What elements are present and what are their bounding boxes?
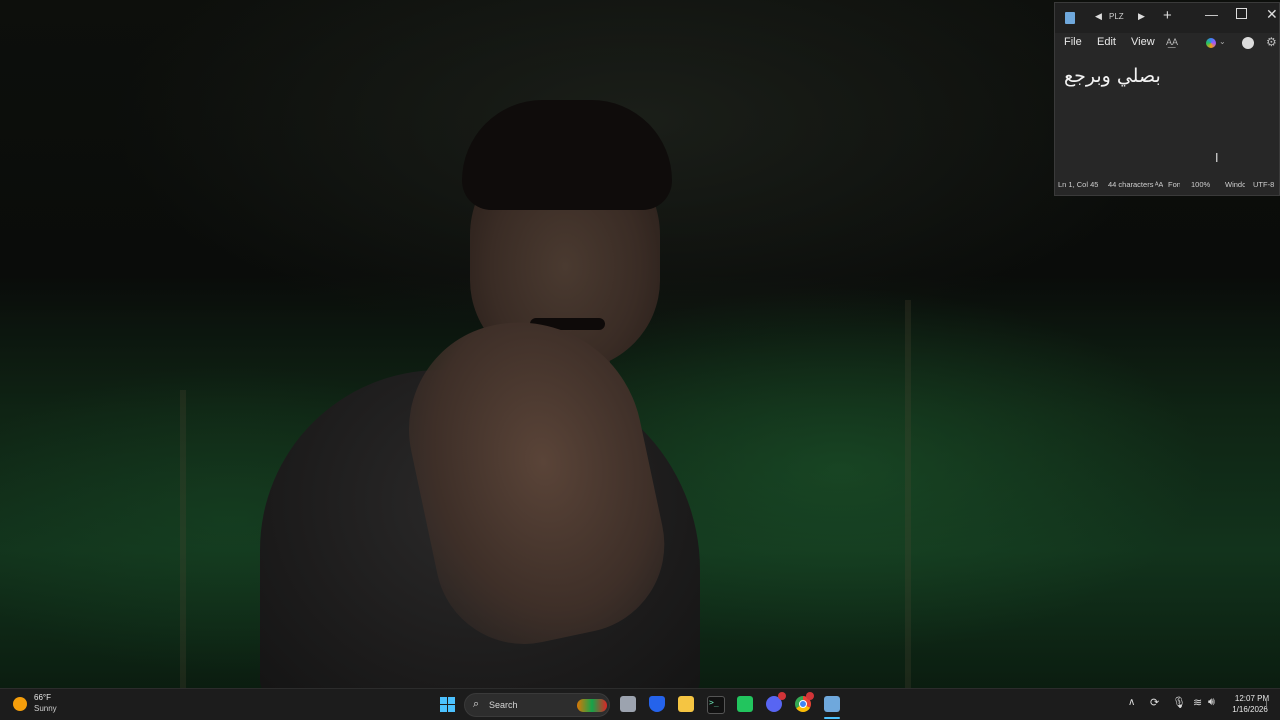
tent-pole [180, 390, 186, 688]
microphone-icon[interactable]: 🎙︎ [1172, 696, 1186, 709]
chrome-notification-badge [806, 692, 814, 700]
active-app-indicator [824, 717, 840, 719]
xbox-icon[interactable] [737, 696, 753, 712]
text-cursor-icon: I [1215, 151, 1219, 165]
tab-scroll-left-icon[interactable]: ◀ [1095, 11, 1102, 22]
notepad-window[interactable]: ◀ PLZ ▶ + — ✕ File Edit View A͟A ⌄ ⚙ بصل… [1054, 2, 1280, 196]
notepad-titlebar[interactable]: ◀ PLZ ▶ + — ✕ [1055, 3, 1279, 33]
menu-file[interactable]: File [1064, 36, 1082, 48]
notepad-app-icon [1065, 12, 1075, 24]
chevron-down-icon[interactable]: ⌄ [1219, 37, 1226, 46]
notepad-text-area[interactable]: بصلي وبرجع I [1055, 55, 1279, 175]
status-character-count: 44 characters [1108, 180, 1154, 189]
person-hair [462, 100, 672, 210]
notepad-statusbar: Ln 1, Col 45 44 characters ᴬA Font 100% … [1055, 175, 1279, 195]
tab-scroll-right-icon[interactable]: ▶ [1138, 11, 1145, 22]
wifi-icon[interactable]: ≋ [1193, 696, 1202, 709]
account-avatar[interactable] [1242, 37, 1254, 49]
settings-gear-icon[interactable]: ⚙ [1266, 35, 1277, 49]
document-text: بصلي وبرجع [1064, 65, 1161, 87]
file-explorer-icon[interactable] [678, 696, 694, 712]
notepad-menubar: File Edit View A͟A ⌄ ⚙ [1055, 33, 1279, 55]
tent-pole [905, 300, 911, 688]
status-cursor-position: Ln 1, Col 45 [1058, 180, 1099, 189]
maximize-button[interactable] [1236, 8, 1247, 19]
taskbar: 66°F Sunny ⌕ Search >_ ∧ ⟳ 🎙︎ ≋ 🔊︎ 12:07… [0, 688, 1280, 720]
windows-security-icon[interactable] [649, 696, 665, 712]
sync-icon[interactable]: ⟳ [1150, 696, 1159, 709]
search-highlight-image [577, 699, 607, 712]
tab-plz[interactable]: PLZ [1109, 12, 1129, 21]
close-button[interactable]: ✕ [1266, 6, 1278, 23]
status-encoding[interactable]: UTF-8 [1253, 180, 1274, 189]
weather-temperature[interactable]: 66°F [34, 693, 51, 702]
status-font[interactable]: Font [1168, 180, 1180, 189]
font-icon[interactable]: ᴬA [1155, 180, 1163, 189]
notepad-taskbar-icon[interactable] [824, 696, 840, 712]
weather-condition[interactable]: Sunny [34, 704, 57, 713]
sun-icon[interactable] [13, 697, 27, 711]
search-icon: ⌕ [473, 698, 480, 710]
terminal-prompt-glyph: >_ [709, 698, 719, 707]
discord-notification-badge [778, 692, 786, 700]
windows-logo-tile [448, 705, 455, 712]
menu-view[interactable]: View [1131, 36, 1155, 48]
text-format-icon[interactable]: A͟A [1166, 37, 1178, 47]
new-tab-button[interactable]: + [1163, 7, 1172, 24]
taskbar-search-box[interactable]: ⌕ Search [464, 693, 610, 717]
copilot-icon[interactable] [1206, 38, 1216, 48]
show-desktop-edge[interactable] [1266, 698, 1273, 708]
task-view-icon[interactable] [620, 696, 636, 712]
windows-logo-tile [448, 697, 455, 704]
start-button[interactable] [440, 697, 455, 712]
minimize-button[interactable]: — [1205, 7, 1218, 22]
volume-icon[interactable]: 🔊︎ [1208, 696, 1215, 709]
windows-logo-tile [440, 697, 447, 704]
search-label: Search [489, 700, 518, 710]
menu-edit[interactable]: Edit [1097, 36, 1116, 48]
show-hidden-icons-chevron-icon[interactable]: ∧ [1128, 697, 1135, 708]
status-zoom[interactable]: 100% [1191, 180, 1210, 189]
status-line-ending[interactable]: Windows (CRLF) [1225, 180, 1245, 189]
windows-logo-tile [440, 705, 447, 712]
